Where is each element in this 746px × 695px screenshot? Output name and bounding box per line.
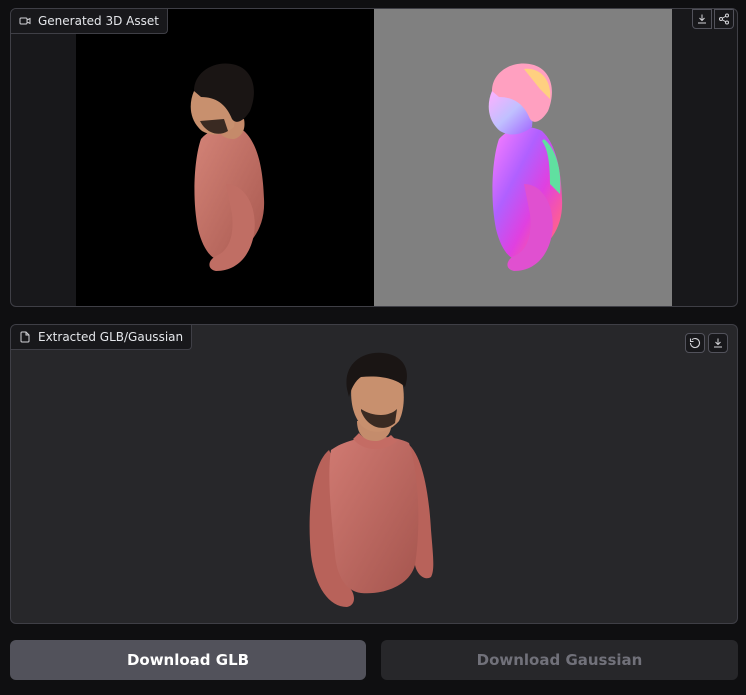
generated-asset-label: Generated 3D Asset — [11, 9, 168, 34]
download-glb-button[interactable]: Download GLB — [10, 640, 366, 680]
normal-map-render-view — [374, 9, 672, 306]
video-icon — [19, 17, 31, 25]
generated-asset-title: Generated 3D Asset — [38, 14, 159, 28]
extracted-model-label: Extracted GLB/Gaussian — [11, 325, 193, 350]
person-3d-model — [309, 352, 434, 607]
model-viewer-canvas[interactable] — [11, 325, 737, 623]
person-rgb-figure — [190, 63, 265, 271]
download-gaussian-button[interactable]: Download Gaussian — [381, 640, 738, 680]
download-icon — [714, 338, 722, 348]
download-video-button[interactable] — [692, 9, 712, 29]
extracted-model-title: Extracted GLB/Gaussian — [38, 330, 184, 344]
person-normal-figure — [488, 63, 563, 271]
reset-view-button[interactable] — [685, 333, 705, 353]
download-icon — [698, 14, 706, 24]
file-icon — [20, 331, 30, 343]
generated-asset-panel: Generated 3D Asset — [10, 8, 738, 307]
share-icon — [719, 13, 729, 25]
rgb-render-view — [76, 9, 374, 306]
reset-icon — [689, 337, 701, 349]
share-button[interactable] — [714, 9, 734, 29]
download-model-button[interactable] — [708, 333, 728, 353]
extracted-model-panel: Extracted GLB/Gaussian — [10, 324, 738, 624]
